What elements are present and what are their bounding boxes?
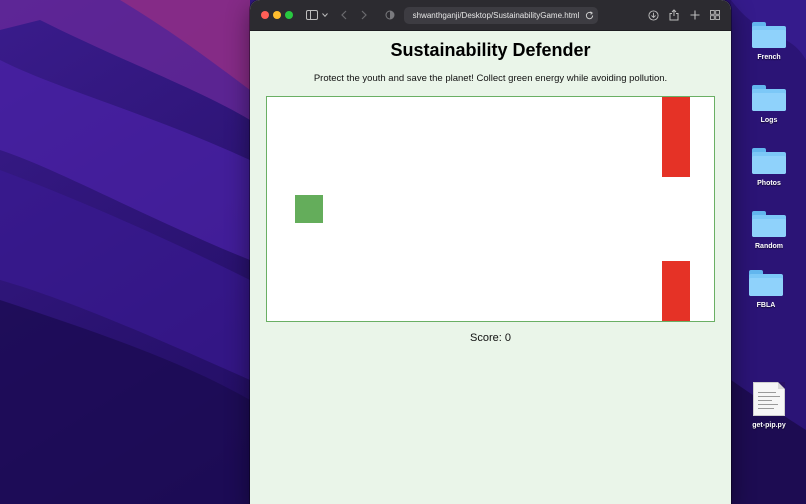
browser-window: shwanthganji/Desktop/SustainabilityGame.… [250, 0, 731, 504]
desktop-folder-fbla[interactable]: FBLA [736, 270, 796, 309]
address-bar-url: shwanthganji/Desktop/SustainabilityGame.… [412, 11, 580, 20]
privacy-shield-icon[interactable] [384, 7, 396, 23]
back-icon[interactable] [339, 7, 349, 23]
folder-icon [752, 22, 786, 48]
tab-overview-icon[interactable] [709, 7, 721, 23]
desktop-item-label: Random [755, 243, 783, 250]
reload-icon[interactable] [584, 7, 594, 23]
new-tab-icon[interactable] [689, 7, 701, 23]
game-canvas[interactable] [266, 96, 715, 322]
folder-icon [752, 85, 786, 111]
desktop-item-label: get-pip.py [752, 422, 786, 429]
desktop-folder-photos[interactable]: Photos [739, 148, 799, 187]
sidebar-toggle-icon[interactable] [305, 7, 319, 23]
close-window-button[interactable] [261, 11, 269, 19]
desktop-item-label: FBLA [756, 302, 776, 309]
share-icon[interactable] [668, 7, 680, 23]
folder-icon [752, 148, 786, 174]
pollution-obstacle-bottom [662, 261, 690, 321]
address-bar[interactable]: shwanthganji/Desktop/SustainabilityGame.… [404, 7, 598, 24]
zoom-window-button[interactable] [285, 11, 293, 19]
page-title: Sustainability Defender [390, 40, 591, 60]
desktop-item-label: Photos [757, 180, 781, 187]
pollution-obstacle-top [662, 97, 690, 177]
desktop-item-label: Logs [760, 117, 778, 124]
python-file-icon [753, 382, 785, 416]
score-display: Score: 0 [470, 332, 511, 344]
player-block [295, 195, 323, 223]
browser-toolbar: shwanthganji/Desktop/SustainabilityGame.… [250, 0, 731, 31]
desktop-folder-random[interactable]: Random [739, 211, 799, 250]
chevron-down-icon[interactable] [320, 7, 330, 23]
desktop-file-get-pip[interactable]: get-pip.py [739, 382, 799, 429]
desktop-item-label: French [757, 54, 781, 61]
forward-icon[interactable] [359, 7, 369, 23]
page-subtitle: Protect the youth and save the planet! C… [313, 73, 668, 84]
minimize-window-button[interactable] [273, 11, 281, 19]
downloads-icon[interactable] [647, 7, 659, 23]
desktop-folder-logs[interactable]: Logs [739, 85, 799, 124]
folder-icon [749, 270, 783, 296]
folder-icon [752, 211, 786, 237]
desktop-folder-french[interactable]: French [739, 22, 799, 61]
